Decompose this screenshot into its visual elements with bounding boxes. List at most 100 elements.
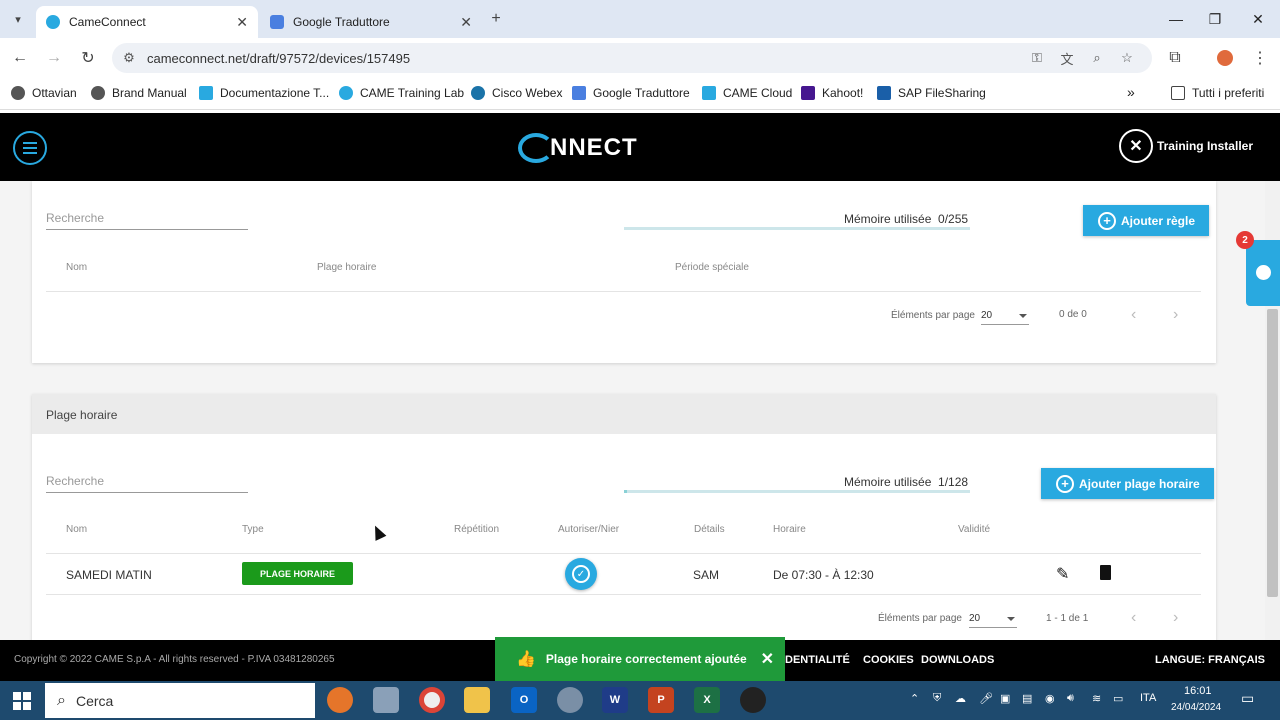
webex-app-icon[interactable]: W bbox=[602, 687, 628, 713]
close-tab-icon[interactable]: ✕ bbox=[236, 14, 248, 31]
battery-icon[interactable]: ▭ bbox=[1113, 692, 1123, 705]
taskbar-search-placeholder: Cerca bbox=[75, 692, 114, 709]
bookmark-item[interactable]: CAME Training Lab bbox=[339, 86, 464, 100]
app-icon[interactable] bbox=[557, 687, 583, 713]
add-timeslot-button[interactable]: + Ajouter plage horaire bbox=[1041, 468, 1214, 499]
notifications-side-tab[interactable] bbox=[1246, 240, 1280, 306]
scrollbar-thumb[interactable] bbox=[1267, 309, 1278, 597]
tray-expand-icon[interactable]: ⌃ bbox=[910, 692, 919, 705]
close-window-icon[interactable]: ✕ bbox=[1236, 0, 1280, 38]
wifi-icon[interactable]: ≋ bbox=[1092, 692, 1101, 705]
minimize-icon[interactable]: — bbox=[1154, 0, 1198, 38]
browser-menu-icon[interactable]: ⋮ bbox=[1248, 46, 1272, 70]
forward-icon[interactable]: → bbox=[42, 46, 66, 70]
firefox-icon[interactable] bbox=[327, 687, 353, 713]
app-icon[interactable] bbox=[740, 687, 766, 713]
close-toast-icon[interactable]: ✕ bbox=[761, 649, 774, 669]
col-header-details[interactable]: Détails bbox=[694, 524, 725, 535]
app-icon[interactable] bbox=[373, 687, 399, 713]
notifications-icon[interactable]: ▭ bbox=[1241, 690, 1254, 707]
col-header-nom[interactable]: Nom bbox=[66, 262, 87, 273]
hamburger-menu-icon[interactable] bbox=[13, 131, 47, 165]
tab-title: CameConnect bbox=[69, 15, 146, 29]
next-page-icon[interactable]: › bbox=[1173, 306, 1178, 324]
connect-logo[interactable]: NNECT bbox=[518, 131, 638, 165]
col-header-repetition[interactable]: Répétition bbox=[454, 524, 499, 535]
password-key-icon[interactable]: ⚿ bbox=[1028, 49, 1046, 67]
next-page-icon[interactable]: › bbox=[1173, 609, 1178, 627]
bookmark-item[interactable]: SAP FileSharing bbox=[877, 86, 986, 100]
timeslots-search-input[interactable]: Recherche bbox=[46, 474, 248, 493]
excel-icon[interactable]: X bbox=[694, 687, 720, 713]
bookmark-item[interactable]: CAME Cloud bbox=[702, 86, 792, 100]
col-header-type[interactable]: Type bbox=[242, 524, 264, 535]
bookmark-item[interactable]: Kahoot! bbox=[801, 86, 863, 100]
chrome-icon[interactable] bbox=[419, 687, 445, 713]
all-bookmarks-button[interactable]: Tutti i preferiti bbox=[1171, 86, 1264, 100]
came-icon bbox=[199, 86, 213, 100]
per-page-select[interactable]: 20 bbox=[969, 613, 1017, 628]
clock-date[interactable]: 24/04/2024 bbox=[1171, 702, 1221, 713]
per-page-select[interactable]: 20 bbox=[981, 310, 1029, 325]
clock-time[interactable]: 16:01 bbox=[1184, 685, 1212, 697]
downloads-link[interactable]: DOWNLOADS bbox=[921, 654, 994, 666]
bookmark-label: Google Traduttore bbox=[593, 86, 690, 100]
bookmark-item[interactable]: Cisco Webex bbox=[471, 86, 562, 100]
profile-avatar[interactable] bbox=[1213, 46, 1237, 70]
col-header-autoriser-nier[interactable]: Autoriser/Nier bbox=[558, 524, 619, 535]
language-indicator[interactable]: ITA bbox=[1140, 692, 1156, 704]
delete-trash-icon[interactable] bbox=[1100, 565, 1111, 580]
col-header-nom[interactable]: Nom bbox=[66, 524, 87, 535]
add-rule-button[interactable]: + Ajouter règle bbox=[1083, 205, 1210, 236]
edit-pencil-icon[interactable]: ✎ bbox=[1056, 564, 1069, 584]
col-header-validite[interactable]: Validité bbox=[958, 524, 990, 535]
col-header-periode-speciale[interactable]: Période spéciale bbox=[675, 262, 749, 273]
user-menu[interactable]: ✕ Training Installer bbox=[1118, 129, 1253, 163]
extensions-icon[interactable]: ⧉ bbox=[1163, 46, 1187, 70]
new-tab-icon[interactable]: + bbox=[484, 7, 508, 31]
more-bookmarks-icon[interactable]: » bbox=[1127, 84, 1135, 100]
restore-icon[interactable]: ❐ bbox=[1193, 0, 1237, 38]
cloud-icon[interactable]: ☁ bbox=[955, 692, 966, 705]
divider bbox=[46, 553, 1201, 554]
col-header-horaire[interactable]: Horaire bbox=[773, 524, 806, 535]
zoom-icon[interactable]: ⌕ bbox=[1088, 49, 1106, 67]
windows-start-icon[interactable] bbox=[0, 681, 44, 720]
powerpoint-icon[interactable]: P bbox=[648, 687, 674, 713]
toast-message: Plage horaire correctement ajoutée bbox=[545, 652, 747, 666]
network-icon[interactable]: ◉ bbox=[1045, 692, 1055, 705]
site-info-icon[interactable]: ⚙ bbox=[120, 49, 138, 67]
file-explorer-icon[interactable] bbox=[464, 687, 490, 713]
tray-app-icon[interactable]: ▤ bbox=[1022, 692, 1032, 705]
shield-icon[interactable]: ⛨ bbox=[933, 692, 941, 705]
prev-page-icon[interactable]: ‹ bbox=[1131, 609, 1136, 627]
reload-icon[interactable]: ↻ bbox=[76, 46, 100, 70]
close-tab-icon[interactable]: ✕ bbox=[460, 14, 472, 31]
back-icon[interactable]: ← bbox=[8, 46, 32, 70]
cookies-link[interactable]: COOKIES bbox=[863, 654, 914, 666]
volume-icon[interactable]: 🔊︎ bbox=[1067, 692, 1074, 705]
training-lab-icon bbox=[339, 86, 353, 100]
prev-page-icon[interactable]: ‹ bbox=[1131, 306, 1136, 324]
tab-cameconnect[interactable]: CameConnect ✕ bbox=[36, 6, 258, 38]
bookmark-item[interactable]: Ottavian bbox=[11, 86, 77, 100]
col-header-plage-horaire[interactable]: Plage horaire bbox=[317, 262, 376, 273]
taskbar-search-input[interactable]: ⌕ Cerca bbox=[45, 683, 315, 718]
address-bar[interactable]: ⚙ cameconnect.net/draft/97572/devices/15… bbox=[112, 43, 1152, 73]
bookmark-item[interactable]: Documentazione T... bbox=[199, 86, 329, 100]
translate-icon[interactable]: 文 bbox=[1058, 49, 1076, 67]
kahoot-icon bbox=[801, 86, 815, 100]
microphone-icon[interactable]: 🎤︎ bbox=[979, 692, 993, 705]
bookmark-item[interactable]: Google Traduttore bbox=[572, 86, 690, 100]
folder-icon bbox=[1171, 86, 1185, 100]
bookmark-star-icon[interactable]: ☆ bbox=[1118, 49, 1136, 67]
tray-app-icon[interactable]: ▣ bbox=[1000, 692, 1010, 705]
tab-search-icon[interactable]: ▾ bbox=[6, 7, 30, 31]
confidentiality-link[interactable]: DENTIALITÉ bbox=[785, 654, 850, 666]
bookmark-label: Documentazione T... bbox=[220, 86, 330, 100]
bookmark-item[interactable]: Brand Manual bbox=[91, 86, 187, 100]
outlook-icon[interactable]: O bbox=[511, 687, 537, 713]
rules-search-input[interactable]: Recherche bbox=[46, 211, 248, 230]
language-selector[interactable]: LANGUE: FRANÇAIS bbox=[1155, 654, 1265, 666]
tab-google-traduttore[interactable]: Google Traduttore ✕ bbox=[260, 6, 482, 38]
